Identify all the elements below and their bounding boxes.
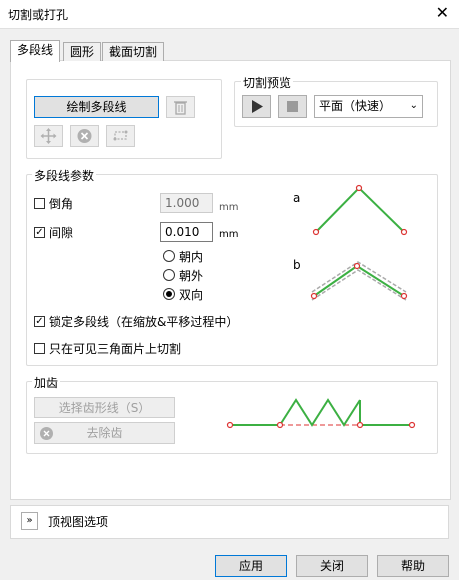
tab-polyline[interactable]: 多段线: [10, 40, 61, 62]
preview-title: 切割预览: [241, 74, 294, 91]
close-icon[interactable]: ✕: [436, 3, 449, 22]
tab-circle[interactable]: 圆形: [63, 42, 102, 61]
cancel-circle-icon[interactable]: [70, 125, 99, 147]
chamfer-input[interactable]: 1.000: [160, 193, 213, 213]
chamfer-checkbox[interactable]: [34, 198, 45, 209]
preview-mode-select[interactable]: 平面（快速） ⌄: [314, 95, 423, 118]
remove-teeth-button[interactable]: 去除齿: [34, 422, 175, 444]
trash-icon[interactable]: [166, 96, 195, 118]
teeth-title: 加齿: [32, 374, 61, 391]
close-button[interactable]: 关闭: [296, 555, 368, 577]
diagram-a-illustration: [312, 184, 408, 236]
title-bar: [0, 0, 459, 29]
gap-label: 间隙: [49, 226, 74, 240]
chevron-down-icon: ⌄: [409, 100, 418, 111]
preview-mode-value: 平面（快速）: [319, 99, 392, 113]
tab-section-cut[interactable]: 截面切割: [102, 42, 165, 61]
params-title: 多段线参数: [32, 167, 97, 184]
help-button[interactable]: 帮助: [377, 555, 449, 577]
direction-both-label: 双向: [179, 288, 204, 302]
top-view-options-label: 顶视图选项: [48, 515, 109, 529]
gap-unit: mm: [219, 229, 239, 240]
gap-input[interactable]: 0.010: [160, 222, 213, 242]
expand-chevron-icon[interactable]: »: [21, 512, 38, 530]
play-icon[interactable]: [242, 95, 271, 118]
diagram-a-label: a: [293, 191, 301, 205]
direction-outward-radio[interactable]: [163, 269, 175, 281]
chamfer-unit: mm: [219, 202, 239, 213]
direction-inward-label: 朝内: [179, 250, 204, 264]
remove-teeth-label: 去除齿: [86, 426, 123, 440]
direction-inward-radio[interactable]: [163, 250, 175, 262]
select-tooth-line-button[interactable]: 选择齿形线（S）: [34, 397, 175, 418]
direction-outward-label: 朝外: [179, 269, 204, 283]
draw-polyline-button[interactable]: 绘制多段线: [34, 96, 159, 118]
lock-polyline-label: 锁定多段线（在缩放&平移过程中）: [49, 315, 239, 329]
move-icon[interactable]: [34, 125, 63, 147]
close-loop-icon[interactable]: [106, 125, 135, 147]
direction-both-radio[interactable]: [163, 288, 175, 300]
diagram-b-label: b: [293, 258, 301, 272]
chamfer-label: 倒角: [49, 197, 74, 211]
teeth-illustration: [226, 398, 416, 429]
apply-button[interactable]: 应用: [215, 555, 287, 577]
diagram-b-illustration: [310, 261, 408, 301]
stop-icon[interactable]: [278, 95, 307, 118]
visible-only-checkbox[interactable]: [34, 343, 45, 354]
gap-checkbox[interactable]: ✓: [34, 227, 45, 238]
visible-only-label: 只在可见三角面片上切割: [49, 342, 182, 356]
cancel-circle-icon: [39, 426, 54, 447]
window-title: 切割或打孔: [8, 8, 69, 22]
lock-polyline-checkbox[interactable]: ✓: [34, 316, 45, 327]
